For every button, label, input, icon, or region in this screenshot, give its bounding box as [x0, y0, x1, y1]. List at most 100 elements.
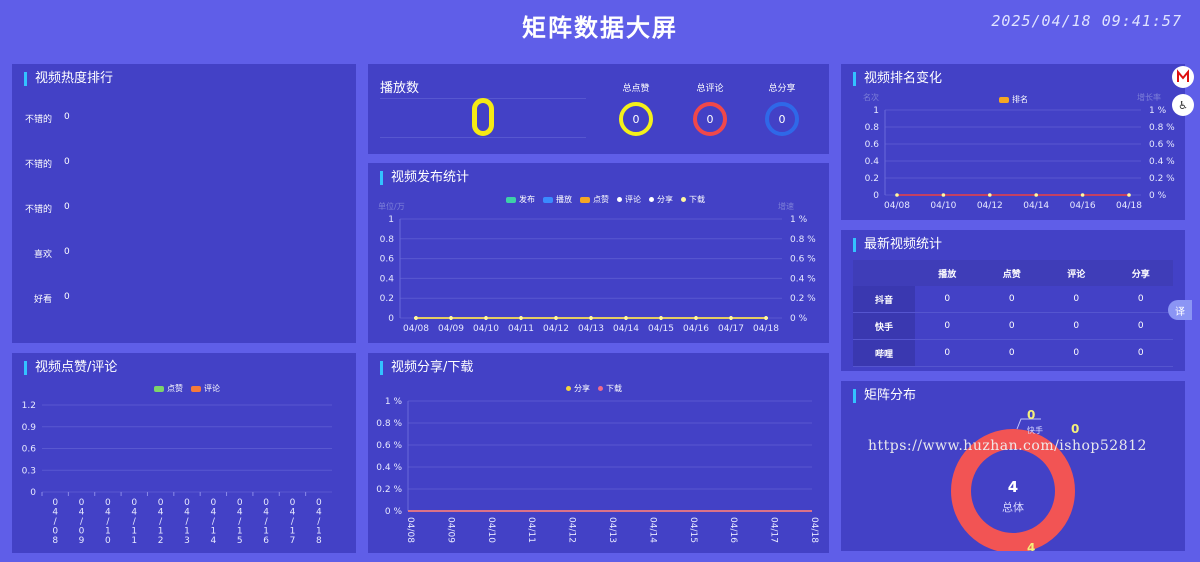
- matrix-label-name: 快手: [1027, 426, 1043, 435]
- x-tick-label: 0: [158, 498, 164, 508]
- stat-label: 总分享: [768, 84, 796, 94]
- latest-title: 最新视频统计: [853, 238, 942, 252]
- x-tick-label: 1: [158, 527, 164, 537]
- watermark-text: https://www.huzhan.com/ishop52812: [868, 438, 1147, 454]
- hot-rank-title: 视频热度排行: [24, 72, 113, 86]
- x-tick-label: 04/15: [648, 324, 674, 334]
- x-tick-label: 0: [290, 498, 296, 508]
- x-tick-label: 7: [290, 536, 296, 546]
- y-right-tick-label: 0.8 %: [1149, 123, 1175, 133]
- data-point: [554, 316, 558, 320]
- x-tick-label: 8: [316, 536, 322, 546]
- share-panel: 视频分享/下载 分享 下载 0 % 0.2 % 0.4 % 0.6 % 0.8 % 1 % 0…: [368, 353, 829, 553]
- data-point: [729, 316, 733, 320]
- y-right-tick-label: 0.8 %: [790, 235, 816, 245]
- table-header-cell: 播放: [915, 260, 980, 286]
- data-point: [988, 193, 992, 197]
- x-tick-label: 4: [79, 508, 85, 518]
- extension-icon[interactable]: [1172, 66, 1194, 88]
- x-tick-label: /: [291, 517, 295, 527]
- matrix-label-value: 0: [1027, 408, 1036, 422]
- y-unit-label: 名次: [863, 92, 879, 102]
- data-point: [1080, 193, 1085, 197]
- table-cell: 0: [915, 312, 980, 340]
- x-tick-label: 04/16: [683, 324, 709, 334]
- rank-value: 0: [64, 202, 70, 212]
- translate-button[interactable]: 译: [1168, 300, 1192, 320]
- release-chart: 0 0 % 0.2 0.2 % 0.4 0.4 % 0.6 0.6 % 0.8 0.8 % 1 1 %…: [378, 201, 816, 334]
- x-tick-label: 4: [316, 508, 322, 518]
- y-tick-label: 0.6: [865, 140, 880, 150]
- x-tick-label: 1: [131, 536, 137, 546]
- stat-label: 总点赞: [622, 84, 650, 94]
- x-tick-label: /: [106, 517, 110, 527]
- rank-change-chart: 0 0 % 0.2 0.2 % 0.4 0.4 % 0.6 0.6 % 0.8 0.8 % 1 1 %…: [863, 92, 1175, 211]
- x-tick-label: 1: [210, 527, 216, 537]
- y-tick-label: 0.3: [22, 466, 36, 476]
- stat-ring: 0: [693, 102, 727, 136]
- x-tick-label: 1: [290, 527, 296, 537]
- x-tick-label: 4: [131, 508, 137, 518]
- table-cell: 0: [915, 339, 980, 367]
- plays-title: 播放数: [380, 81, 420, 96]
- table-header-cell: [853, 260, 915, 286]
- y-tick-label: 1: [873, 106, 879, 116]
- table-cell: 0: [1044, 339, 1109, 367]
- x-tick-label: 0: [210, 498, 216, 508]
- release-panel: 视频发布统计 发布 播放 点赞 评论 分享 下载 00 % 0.2 0.2 % 0.4 0.4 %…: [368, 163, 829, 343]
- y-tick-label: 0.4: [865, 157, 880, 167]
- hot-rank-panel: 视频热度排行 不错的 0 不错的 0 不错的 0 喜欢 0 好看 0: [12, 64, 356, 343]
- x-tick-label: /: [238, 517, 242, 527]
- y-right-unit-label: 增速: [778, 201, 794, 211]
- table-header-row: 播放 点赞 评论 分享: [853, 260, 1173, 286]
- accessibility-icon[interactable]: ♿: [1172, 94, 1194, 116]
- x-tick-label: 04/11: [508, 324, 534, 334]
- y-tick-label: 0: [873, 191, 879, 201]
- x-tick-label: 04/14: [1023, 201, 1049, 211]
- plays-divider-bottom: [380, 137, 586, 138]
- x-tick-label: 0: [237, 498, 243, 508]
- clock: 2025/04/18 09:41:57: [991, 12, 1182, 30]
- x-tick-label: 1: [263, 527, 269, 537]
- data-point: [624, 316, 628, 320]
- matrix-chart: [951, 418, 1075, 551]
- table-row: 哔哩 0 0 0 0: [853, 339, 1173, 367]
- table-cell: 0: [979, 339, 1044, 367]
- table-cell: 0: [979, 286, 1044, 313]
- stat-label: 总评论: [696, 84, 724, 94]
- x-tick-label: 0: [263, 498, 269, 508]
- x-tick-label: 04/17: [718, 324, 744, 334]
- data-point: [1127, 193, 1131, 197]
- share-chart: 0 % 0.2 % 0.4 % 0.6 % 0.8 % 1 % 04/08 04/09 04/1…: [376, 397, 819, 543]
- y-tick-label: 0.2: [380, 294, 394, 304]
- latest-panel: 最新视频统计 播放 点赞 评论 分享 抖音 0 0 0 0 快手 0 0 0 0 哔哩 0 0 0 0: [841, 230, 1185, 371]
- x-tick-label: 3: [184, 536, 190, 546]
- y-tick-label: 1: [388, 215, 394, 225]
- x-tick-label: 04/09: [445, 517, 455, 543]
- x-tick-label: 1: [316, 527, 322, 537]
- matrix-label-value-2: 0: [1071, 422, 1080, 436]
- x-tick-label: /: [133, 517, 137, 527]
- y-tick-label: 0.9: [22, 423, 37, 433]
- y-tick-label: 0.8: [865, 123, 880, 133]
- x-tick-label: 04/18: [1116, 201, 1142, 211]
- data-point: [519, 316, 523, 320]
- data-point: [941, 193, 946, 197]
- data-point: [1034, 193, 1038, 197]
- y-right-tick-label: 0.2 %: [790, 294, 816, 304]
- stat-item: 总分享 0: [760, 81, 804, 136]
- x-tick-label: 4: [237, 508, 243, 518]
- data-point: [484, 316, 488, 320]
- y-tick-label: 0.6: [380, 255, 395, 265]
- x-tick-label: 0: [316, 498, 322, 508]
- y-tick-label: 0.4: [380, 274, 395, 284]
- table-row: 快手 0 0 0 0: [853, 312, 1173, 340]
- y-right-tick-label: 0.2 %: [1149, 174, 1175, 184]
- matrix-total-value: 4: [1007, 478, 1019, 496]
- latest-table: 播放 点赞 评论 分享 抖音 0 0 0 0 快手 0 0 0 0 哔哩 0 0 0 0: [853, 260, 1173, 367]
- x-tick-label: 1: [237, 527, 243, 537]
- y-tick-label: 0.8 %: [376, 419, 402, 429]
- rank-label: 不错的: [24, 115, 52, 125]
- x-tick-label: 04/08: [405, 517, 415, 543]
- x-tick-label: 4: [105, 508, 111, 518]
